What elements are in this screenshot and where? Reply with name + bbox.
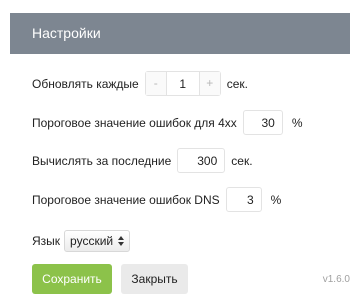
refresh-interval-value[interactable]: 1 <box>167 77 199 91</box>
threshold-4xx-row: Пороговое значение ошибок для 4xx % <box>32 110 302 135</box>
page-title: Настройки <box>32 25 101 41</box>
settings-header: Настройки <box>10 13 350 54</box>
threshold-4xx-label: Пороговое значение ошибок для 4xx <box>32 115 237 130</box>
select-arrows-icon <box>118 236 125 246</box>
language-label: Язык <box>32 234 61 248</box>
increment-button[interactable]: + <box>198 72 220 95</box>
threshold-dns-unit: % <box>270 192 282 207</box>
threshold-4xx-input[interactable] <box>242 110 283 135</box>
refresh-interval-row: Обновлять каждые - 1 + сек. <box>32 71 248 96</box>
close-button[interactable]: Закрыть <box>121 264 188 294</box>
calc-period-row: Вычислять за последние сек. <box>32 148 253 173</box>
threshold-dns-input[interactable] <box>225 187 262 212</box>
refresh-interval-stepper: - 1 + <box>144 71 221 96</box>
language-select[interactable]: русский <box>64 230 131 252</box>
threshold-4xx-unit: % <box>291 115 303 130</box>
settings-panel: Настройки Обновлять каждые - 1 + сек. По… <box>0 0 362 296</box>
decrement-button[interactable]: - <box>145 72 167 95</box>
refresh-interval-label: Обновлять каждые <box>32 76 139 91</box>
threshold-dns-label: Пороговое значение ошибок DNS <box>32 192 220 207</box>
calc-period-label: Вычислять за последние <box>32 153 172 168</box>
version-label: v1.6.0 <box>322 274 350 285</box>
calc-period-unit: сек. <box>231 153 253 168</box>
language-row: Язык русский <box>32 230 131 252</box>
calc-period-input[interactable] <box>177 148 226 173</box>
threshold-dns-row: Пороговое значение ошибок DNS % <box>32 187 281 212</box>
refresh-interval-unit: сек. <box>226 76 248 91</box>
save-button[interactable]: Сохранить <box>32 264 112 294</box>
language-select-value: русский <box>70 234 114 248</box>
